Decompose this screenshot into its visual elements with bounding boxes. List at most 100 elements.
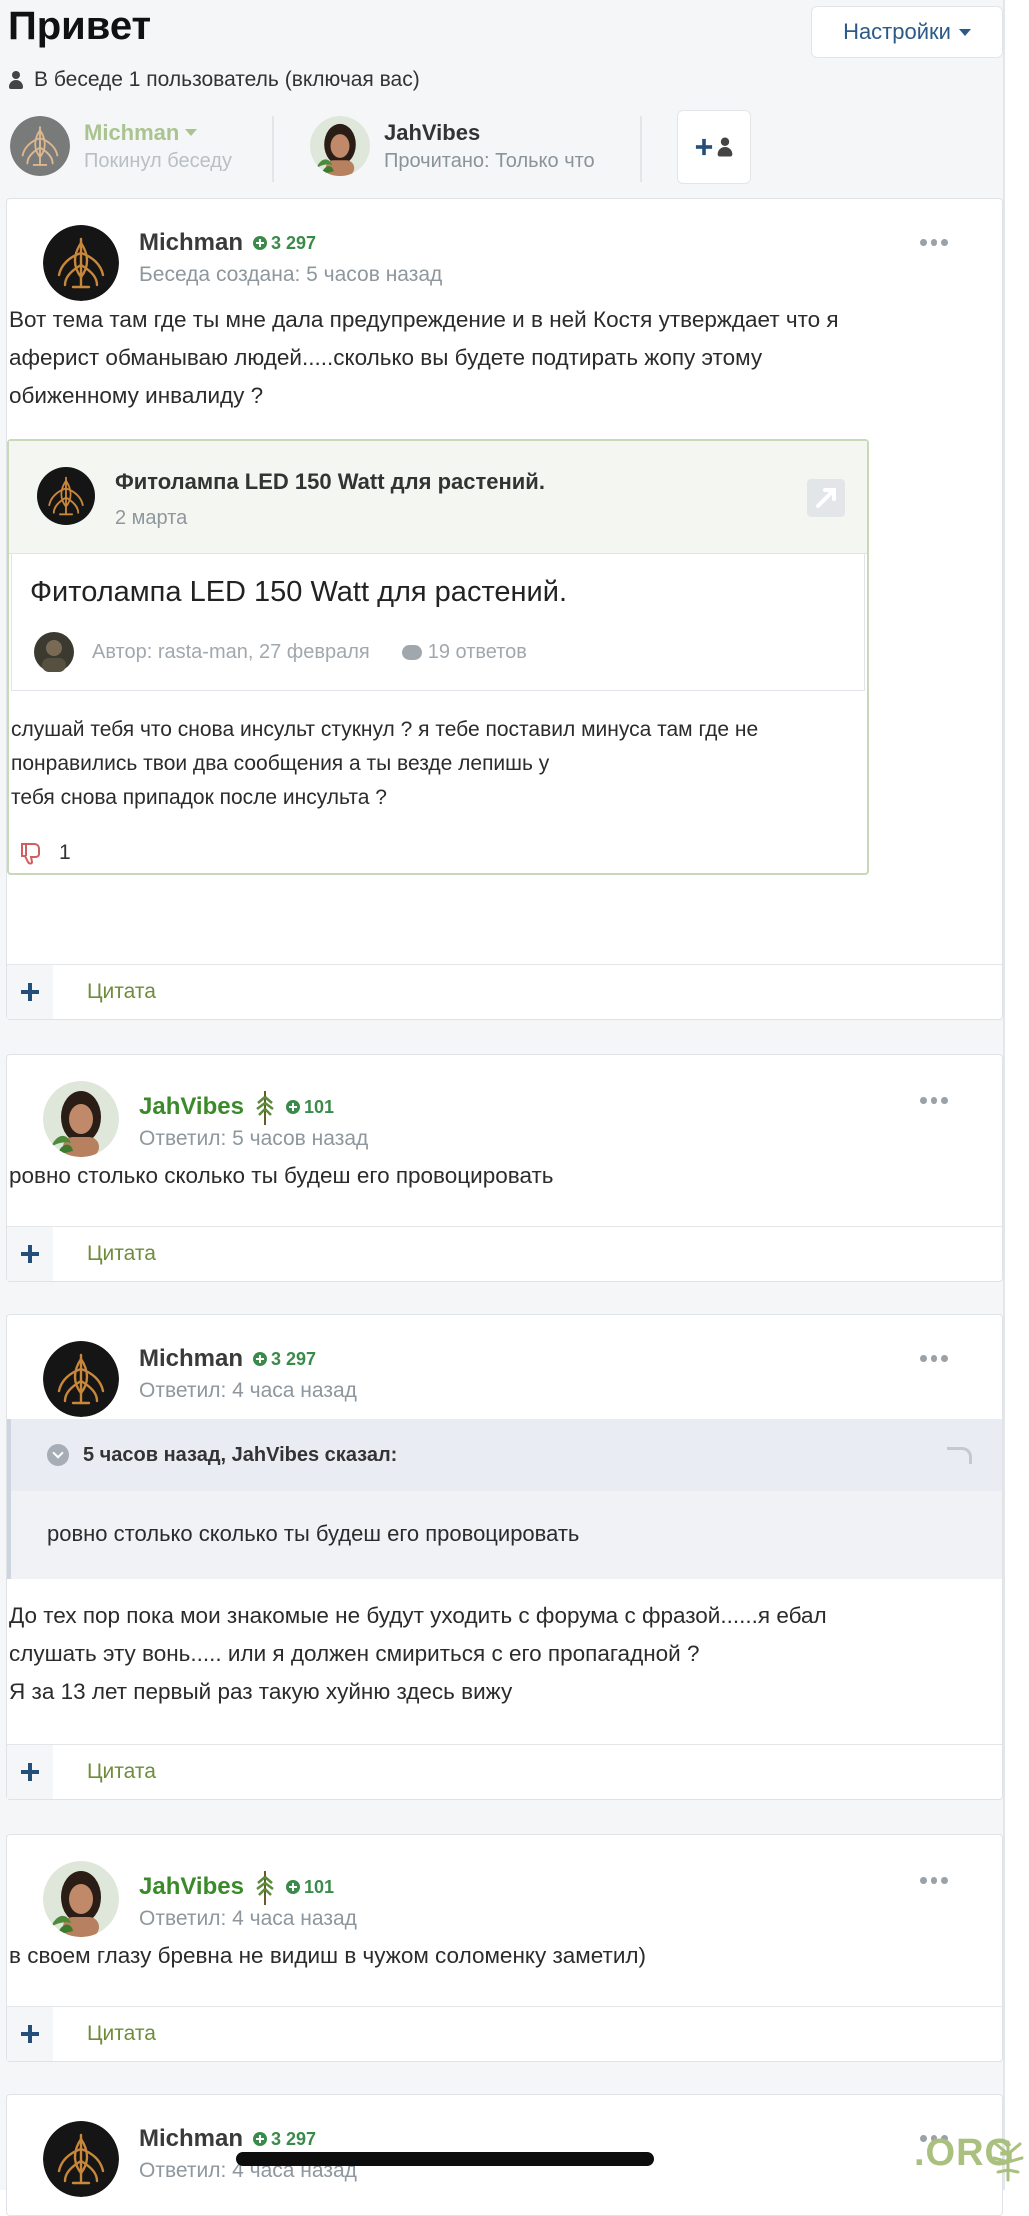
- avatar[interactable]: [43, 1341, 119, 1417]
- post-header: Michman 3 297 Ответил: 4 часа назад: [43, 1341, 357, 1417]
- author-name[interactable]: Michman: [139, 1345, 243, 1373]
- plus-icon: [695, 138, 713, 156]
- embed-title[interactable]: Фитолампа LED 150 Watt для растений.: [115, 469, 545, 495]
- text-line: Вот тема там где ты мне дала предупрежде…: [9, 307, 839, 332]
- reaction-dislike[interactable]: 1: [19, 841, 71, 865]
- home-indicator[interactable]: [236, 2152, 654, 2166]
- participant-status: Покинул беседу: [84, 149, 232, 172]
- avatar[interactable]: [43, 225, 119, 301]
- author-avatar: [34, 632, 74, 672]
- dislike-count: 1: [59, 841, 71, 864]
- plus-icon: [21, 2025, 39, 2043]
- chevron-down-icon: [185, 129, 198, 136]
- message-post: JahVibes 101 Ответил: 4 часа назад в сво…: [6, 1834, 1003, 2062]
- post-meta: Ответил: 5 часов назад: [139, 1127, 369, 1150]
- post-body: ровно столько сколько ты будеш его прово…: [9, 1157, 554, 1195]
- author-name[interactable]: JahVibes: [139, 1093, 244, 1121]
- post-body: в своем глазу бревна не видиш в чужом со…: [9, 1937, 646, 1975]
- quote-button[interactable]: Цитата: [87, 1242, 156, 1266]
- text-line: ровно столько сколько ты будеш его прово…: [9, 1163, 554, 1188]
- reputation-value: 3 297: [271, 1348, 317, 1369]
- text-line: понравились твои два сообщения а ты везд…: [11, 752, 550, 775]
- quote-button[interactable]: Цитата: [87, 1760, 156, 1784]
- author-name[interactable]: Michman: [139, 229, 243, 257]
- post-header: JahVibes 101 Ответил: 5 часов назад: [43, 1081, 368, 1157]
- reputation-value: 3 297: [271, 232, 317, 253]
- post-body: Вот тема там где ты мне дала предупрежде…: [9, 301, 839, 415]
- settings-label: Настройки: [843, 19, 951, 44]
- blockquote-text: ровно столько сколько ты будеш его прово…: [47, 1521, 580, 1546]
- reply-arrow-icon[interactable]: [947, 1447, 972, 1464]
- multiquote-button[interactable]: [7, 2007, 53, 2061]
- text-line: Я за 13 лет первый раз такую хуйню здесь…: [9, 1679, 513, 1704]
- quote-button[interactable]: Цитата: [87, 2022, 156, 2046]
- avatar[interactable]: [43, 1081, 119, 1157]
- more-options-icon[interactable]: [920, 1355, 949, 1363]
- text-line: До тех пор пока мои знакомые не будут ух…: [9, 1603, 827, 1628]
- participant-name: JahVibes: [384, 119, 481, 145]
- post-meta: Ответил: 4 часа назад: [139, 1379, 357, 1402]
- avatar[interactable]: [43, 1861, 119, 1937]
- settings-button[interactable]: Настройки: [811, 6, 1003, 58]
- participant-michman[interactable]: Michman Покинул беседу: [10, 116, 232, 176]
- multiquote-button[interactable]: [7, 1745, 53, 1799]
- avatar: [36, 466, 96, 530]
- embed-header: Фитолампа LED 150 Watt для растений. 2 м…: [9, 441, 867, 554]
- post-header: Michman 3 297 Беседа создана: 5 часов на…: [43, 225, 442, 301]
- more-options-icon[interactable]: [920, 1097, 949, 1105]
- text-line: в своем глазу бревна не видиш в чужом со…: [9, 1943, 647, 1968]
- conversation-page: Привет Настройки В беседе 1 пользователь…: [0, 0, 1005, 2216]
- topic-author: Автор: rasta-man, 27 февраля: [92, 640, 370, 663]
- members-count-text: В беседе 1 пользователь (включая вас): [34, 68, 420, 91]
- multiquote-button[interactable]: [7, 1227, 53, 1281]
- more-options-icon[interactable]: [920, 239, 949, 247]
- topic-replies: 19 ответов: [427, 640, 527, 663]
- embed-date: 2 марта: [115, 507, 188, 529]
- user-icon: [8, 71, 24, 89]
- blockquote-header[interactable]: 5 часов назад, JahVibes сказал:: [11, 1419, 1002, 1491]
- avatar: [10, 116, 70, 176]
- more-options-icon[interactable]: [920, 1877, 949, 1885]
- reputation-value: 3 297: [271, 2128, 317, 2149]
- participants-bar: Michman Покинул беседу JahVibes Прочитан…: [0, 108, 1000, 188]
- divider: [640, 116, 642, 182]
- avatar[interactable]: [43, 2121, 119, 2197]
- plus-icon: [21, 983, 39, 1001]
- chevron-down-icon: [47, 1444, 69, 1466]
- reputation-badge: 3 297: [253, 233, 316, 254]
- post-footer: Цитата: [7, 1226, 1002, 1281]
- blockquote: 5 часов назад, JahVibes сказал: ровно ст…: [7, 1419, 1002, 1579]
- user-icon: [717, 137, 734, 157]
- participant-name: Michman: [84, 119, 180, 145]
- reputation-badge: 101: [285, 1877, 334, 1898]
- topic-title[interactable]: Фитолампа LED 150 Watt для растений.: [30, 576, 567, 609]
- topic-meta: Автор: rasta-man, 27 февраля 19 ответов: [34, 632, 527, 672]
- plus-circle-icon: [253, 2132, 268, 2146]
- plus-icon: [21, 1763, 39, 1781]
- text-line: слушать эту вонь..... или я должен смири…: [9, 1641, 700, 1666]
- topic-card[interactable]: Фитолампа LED 150 Watt для растений. Авт…: [11, 553, 865, 691]
- embedded-post[interactable]: Фитолампа LED 150 Watt для растений. 2 м…: [7, 439, 869, 875]
- plus-circle-icon: [253, 1352, 268, 1366]
- quote-button[interactable]: Цитата: [87, 980, 156, 1004]
- embed-body: слушай тебя что снова инсульт стукнул ? …: [11, 713, 758, 815]
- reputation-badge: 3 297: [253, 2129, 316, 2150]
- page-title: Привет: [8, 4, 152, 48]
- chevron-down-icon: [958, 28, 971, 36]
- text-line: обиженному инвалиду ?: [9, 383, 264, 408]
- external-link-icon[interactable]: [807, 479, 845, 517]
- post-footer: Цитата: [7, 1744, 1002, 1799]
- post-footer: Цитата: [7, 2006, 1002, 2061]
- plant-badge-icon: [256, 1871, 274, 1905]
- participant-status: Прочитано: Только что: [384, 149, 595, 172]
- multiquote-button[interactable]: [7, 965, 53, 1019]
- divider: [272, 116, 274, 182]
- message-post: Michman 3 297 Ответил: 4 часа назад 5 ча…: [6, 1314, 1003, 1800]
- plus-icon: [21, 1245, 39, 1263]
- post-header: JahVibes 101 Ответил: 4 часа назад: [43, 1861, 357, 1937]
- participant-jahvibes[interactable]: JahVibes Прочитано: Только что: [310, 116, 595, 176]
- post-meta: Беседа создана: 5 часов назад: [139, 263, 443, 286]
- author-name[interactable]: JahVibes: [139, 1873, 244, 1901]
- author-name[interactable]: Michman: [139, 2125, 243, 2153]
- add-participant-button[interactable]: [677, 110, 751, 184]
